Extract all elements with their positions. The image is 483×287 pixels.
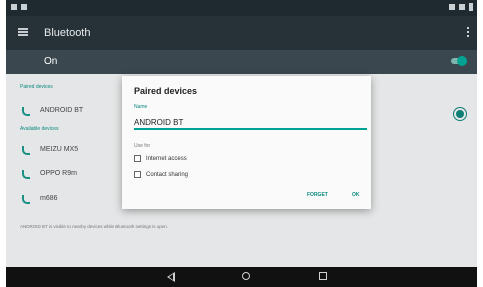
home-icon[interactable] xyxy=(242,272,250,280)
device-name: ANDROID BT xyxy=(40,107,84,114)
device-name: MEIZU MX5 xyxy=(40,146,79,153)
recent-apps-icon[interactable] xyxy=(319,272,327,280)
ok-button[interactable]: OK xyxy=(352,192,360,198)
device-name: m686 xyxy=(40,195,58,202)
device-name-input[interactable] xyxy=(134,116,367,130)
gear-icon[interactable] xyxy=(456,110,464,118)
internet-access-label: Internet access xyxy=(146,155,187,162)
status-bar xyxy=(6,0,477,16)
visibility-info-text: ANDROID BT is visible to nearby devices … xyxy=(20,224,168,229)
paired-device-dialog: Paired devices Name Use for Internet acc… xyxy=(122,76,371,209)
name-field-label: Name xyxy=(134,104,148,110)
navigation-bar xyxy=(6,267,477,287)
device-name: OPPO R9m xyxy=(40,170,77,177)
contact-sharing-label: Contact sharing xyxy=(146,171,189,178)
screen-frame: Bluetooth On Paired devices ANDROID BT A… xyxy=(6,0,477,287)
bluetooth-icon xyxy=(449,4,455,10)
back-icon[interactable] xyxy=(167,272,175,282)
contact-sharing-checkbox[interactable] xyxy=(134,171,141,178)
more-options-icon[interactable] xyxy=(467,27,469,37)
use-for-label: Use for xyxy=(134,143,151,149)
dialog-title: Paired devices xyxy=(134,86,198,96)
bluetooth-switch-bar[interactable]: On xyxy=(6,50,477,74)
app-bar: Bluetooth xyxy=(6,16,477,50)
internet-access-checkbox[interactable] xyxy=(134,155,141,162)
switch-label: On xyxy=(44,56,58,67)
contact-sharing-option[interactable]: Contact sharing xyxy=(134,171,188,178)
internet-access-option[interactable]: Internet access xyxy=(134,155,187,162)
phone-icon xyxy=(22,107,30,116)
wifi-icon xyxy=(459,4,465,10)
available-devices-header: Available devices xyxy=(20,126,59,132)
forget-button[interactable]: FORGET xyxy=(307,192,328,198)
notification-icon xyxy=(21,4,27,10)
status-right-icons xyxy=(449,3,473,11)
battery-icon xyxy=(469,3,473,11)
phone-icon xyxy=(22,146,30,155)
phone-icon xyxy=(22,195,30,204)
status-left-icons xyxy=(11,4,27,10)
page-title: Bluetooth xyxy=(44,27,91,39)
bluetooth-toggle[interactable] xyxy=(451,56,467,66)
menu-icon[interactable] xyxy=(18,28,28,36)
paired-devices-header: Paired devices xyxy=(20,84,53,90)
notification-icon xyxy=(11,4,17,10)
phone-icon xyxy=(22,170,30,179)
